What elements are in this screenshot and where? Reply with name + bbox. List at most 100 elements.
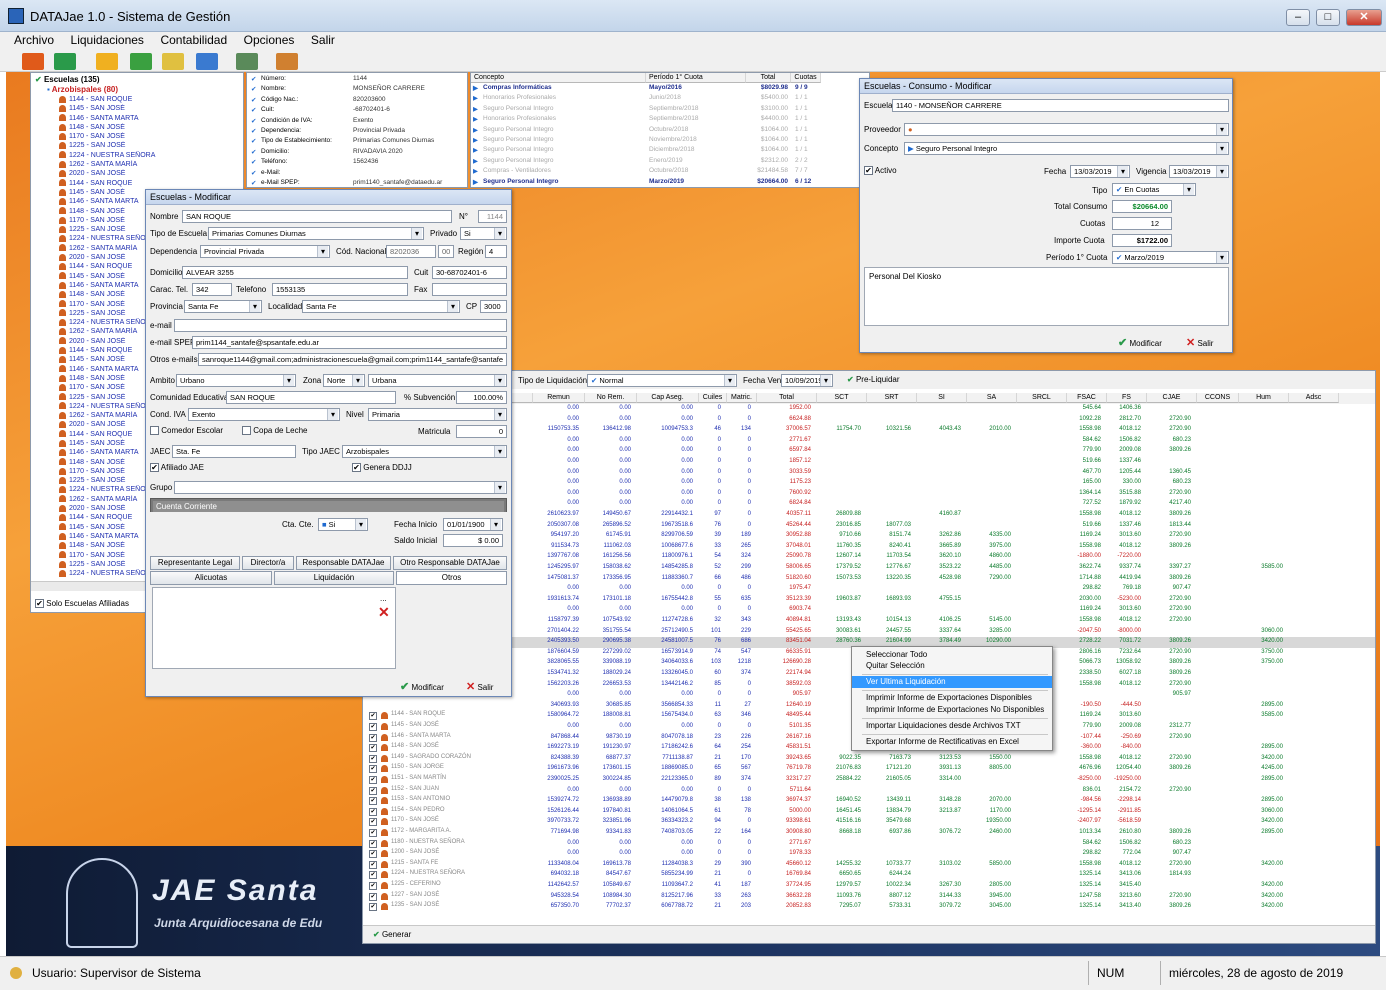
tab-responsable[interactable]: Responsable DATAJae [296, 556, 391, 570]
vigencia-input[interactable]: 13/03/2019 [1169, 165, 1229, 178]
ellipsis-button[interactable]: ... [380, 594, 387, 603]
row-checkbox[interactable]: ✔ [369, 765, 377, 774]
col-periodo[interactable]: Período 1° Cuota [646, 73, 746, 83]
liq-row[interactable]: 1245295.97 158038.62 14854285.8 52 299 58006.… [363, 563, 1375, 574]
col-cuotas[interactable]: Cuotas [791, 73, 821, 83]
liq-row[interactable]: 0.00 0.00 0.00 0 0 1975.47 298.82 769.18 907.47 [363, 584, 1375, 595]
menu-importar-txt[interactable]: Importar Liquidaciones desde Archivos TX… [852, 720, 1052, 732]
concept-row[interactable]: ▶ Honorarios Profesionales Junio/2018 $5400… [471, 94, 869, 104]
liq-row[interactable]: 954197.20 61745.91 8299706.59 39 189 30952.88… [363, 531, 1375, 542]
concept-row[interactable]: ▶ Seguro Personal Integro Octubre/2018 $106… [471, 126, 869, 136]
concept-row[interactable]: ▶ Seguro Personal Integro Enero/2019 $2312.… [471, 157, 869, 167]
grupo-select[interactable] [174, 481, 507, 494]
tipo-select[interactable]: ✔ En Cuotas [1112, 183, 1196, 196]
user-icon[interactable] [96, 53, 118, 70]
tipojaec-select[interactable]: Arzobispales [342, 445, 507, 458]
liq-row[interactable]: ✔ 1225 - CEFERINO 1142642.57 105849.67 11093… [363, 881, 1375, 892]
fecha-input[interactable]: 13/03/2019 [1070, 165, 1130, 178]
fecha-venc-input[interactable]: 10/09/2019 [781, 374, 833, 387]
saldo-input[interactable]: $ 0.00 [443, 534, 503, 547]
liq-row[interactable]: 2050307.08 265896.52 19673518.6 76 0 45264.44… [363, 521, 1375, 532]
row-checkbox[interactable]: ✔ [369, 807, 377, 816]
tab-alicuotas[interactable]: Alicuotas [150, 571, 272, 585]
comunidad-input[interactable]: SAN ROQUE [226, 391, 396, 404]
tree-node[interactable]: 1225 - SAN JOSÉ [59, 141, 269, 150]
tab-otros[interactable]: Otros [396, 571, 507, 585]
nro-input[interactable]: 1144 [478, 210, 507, 223]
liq-col-header[interactable]: SRT [867, 393, 917, 403]
concept-row[interactable]: ▶ Honorarios Profesionales Septiembre/2018… [471, 115, 869, 125]
close-button[interactable]: ✕ [1346, 9, 1382, 26]
tab-liquidacion[interactable]: Liquidación [274, 571, 394, 585]
row-checkbox[interactable]: ✔ [369, 712, 377, 721]
chart-icon[interactable] [196, 53, 218, 70]
row-checkbox[interactable]: ✔ [369, 860, 377, 869]
check-icon[interactable] [130, 53, 152, 70]
concept-row[interactable]: ▶ Seguro Personal Integro Noviembre/2018 $1… [471, 136, 869, 146]
concept-row[interactable]: ▶ Seguro Personal Integro Septiembre/2018 $… [471, 105, 869, 115]
caractel-input[interactable]: 342 [192, 283, 232, 296]
ctacte-select[interactable]: ■ Si [318, 518, 368, 531]
email-input[interactable] [174, 319, 507, 332]
liq-row[interactable]: ✔ 1151 - SAN MARTÍN 2390025.25 300224.85 221… [363, 775, 1375, 786]
tree-node[interactable]: 1145 - SAN JOSÉ [59, 104, 269, 113]
liq-row[interactable]: 0.00 0.00 0.00 0 0 1952.00 545.64 1406.36 [363, 404, 1375, 415]
row-checkbox[interactable]: ✔ [369, 786, 377, 795]
tree-node[interactable]: 1144 - SAN ROQUE [59, 95, 269, 104]
tab-representante[interactable]: Representante Legal [150, 556, 240, 570]
liq-row[interactable]: 1931613.74 173101.18 16755442.8 55 635 35123.… [363, 595, 1375, 606]
row-checkbox[interactable]: ✔ [369, 818, 377, 827]
liq-row[interactable]: ✔ 1153 - SAN ANTONIO 1539274.72 136938.89 14… [363, 796, 1375, 807]
liq-row[interactable]: ✔ 1172 - MARGARITA A. 771694.98 93341.83 740… [363, 828, 1375, 839]
liq-col-header[interactable]: SI [917, 393, 967, 403]
tree-node[interactable]: 1144 - SAN ROQUE [59, 179, 269, 188]
tree-node[interactable]: 1224 - NUESTRA SEÑORA [59, 151, 269, 160]
menu-opciones[interactable]: Opciones [238, 32, 301, 48]
liq-col-header[interactable]: SCT [817, 393, 867, 403]
row-checkbox[interactable]: ✔ [369, 850, 377, 859]
tab-otro-responsable[interactable]: Otro Responsable DATAJae [393, 556, 507, 570]
otros-textarea[interactable] [152, 587, 396, 669]
nombre-input[interactable]: SAN ROQUE [182, 210, 452, 223]
report-icon[interactable] [236, 53, 258, 70]
liq-row[interactable]: ✔ 1149 - SAGRADO CORAZÓN 824388.39 68877.37… [363, 754, 1375, 765]
salir-button[interactable]: ✕ Salir [466, 680, 493, 693]
liq-row[interactable]: 0.00 0.00 0.00 0 0 6624.88 1092.28 2812.70 2720.… [363, 415, 1375, 426]
tree-group[interactable]: ▪ Arzobispales (80) [47, 85, 118, 94]
liq-row[interactable]: ✔ 1215 - SANTA FE 1133408.04 169613.78 11284… [363, 860, 1375, 871]
liq-col-header[interactable]: SRCL [1017, 393, 1067, 403]
liq-row[interactable]: 0.00 0.00 0.00 0 0 6903.74 1169.24 3013.60 2720.… [363, 605, 1375, 616]
provincia-select[interactable]: Santa Fe [184, 300, 262, 313]
tree-root[interactable]: ✔ Escuelas (135) [35, 75, 100, 84]
row-checkbox[interactable]: ✔ [369, 903, 377, 912]
liq-col-header[interactable]: SA [967, 393, 1017, 403]
privado-select[interactable]: Si [460, 227, 507, 240]
liq-col-header[interactable]: Total [757, 393, 817, 403]
tipo-escuela-select[interactable]: Primarias Comunes Diurnas [208, 227, 424, 240]
genera-checkbox[interactable]: ✔ Genera DDJJ [352, 463, 412, 473]
row-checkbox[interactable]: ✔ [369, 744, 377, 753]
proveedor-select[interactable]: ● [904, 123, 1229, 136]
comedor-checkbox[interactable]: Comedor Escolar [150, 426, 223, 436]
afiliado-checkbox[interactable]: ✔ Afiliado JAE [150, 463, 204, 473]
tipo-liq-select[interactable]: ✔ Normal [587, 374, 737, 387]
liq-row[interactable]: 0.00 0.00 0.00 0 0 3033.59 467.70 1205.44 1360.4… [363, 468, 1375, 479]
dependencia-select[interactable]: Provincial Privada [200, 245, 330, 258]
menu-ver-ultima-liquidacion[interactable]: Ver Ultima Liquidación [852, 676, 1052, 688]
liq-row[interactable]: ✔ 1154 - SAN PEDRO 1526126.44 197840.81 1406… [363, 807, 1375, 818]
liq-row[interactable]: 0.00 0.00 0.00 0 0 6597.84 779.90 2009.08 3809.2… [363, 446, 1375, 457]
subvencion-input[interactable]: 100.00% [456, 391, 507, 404]
maximize-button[interactable]: □ [1316, 9, 1340, 26]
generar-button[interactable]: ✔ Generar [373, 930, 411, 939]
telefono-input[interactable]: 1553135 [272, 283, 408, 296]
liq-col-header[interactable]: Matric. [727, 393, 757, 403]
liq-row[interactable]: ✔ 1235 - SAN JOSÉ 657350.70 77702.37 6067788… [363, 902, 1375, 913]
tree-node[interactable]: 1146 - SANTA MARTA [59, 114, 269, 123]
menu-imprimir-disponibles[interactable]: Imprimir Informe de Exportaciones Dispon… [852, 692, 1052, 704]
liq-row[interactable]: ✔ 1152 - SAN JUAN 0.00 0.00 0.00 0 0 5711.64 836… [363, 786, 1375, 797]
liq-row[interactable]: 1158797.39 107543.92 11274728.6 32 343 40894.… [363, 616, 1375, 627]
menu-liquidaciones[interactable]: Liquidaciones [65, 32, 150, 48]
liq-row[interactable]: 1397767.08 161256.56 11800976.1 54 324 25090.… [363, 552, 1375, 563]
liq-row[interactable]: 1150753.35 136412.98 10094753.3 46 134 37006.… [363, 425, 1375, 436]
liq-row[interactable]: ✔ 1227 - SAN JOSÉ 945328.54 108984.30 812521… [363, 892, 1375, 903]
